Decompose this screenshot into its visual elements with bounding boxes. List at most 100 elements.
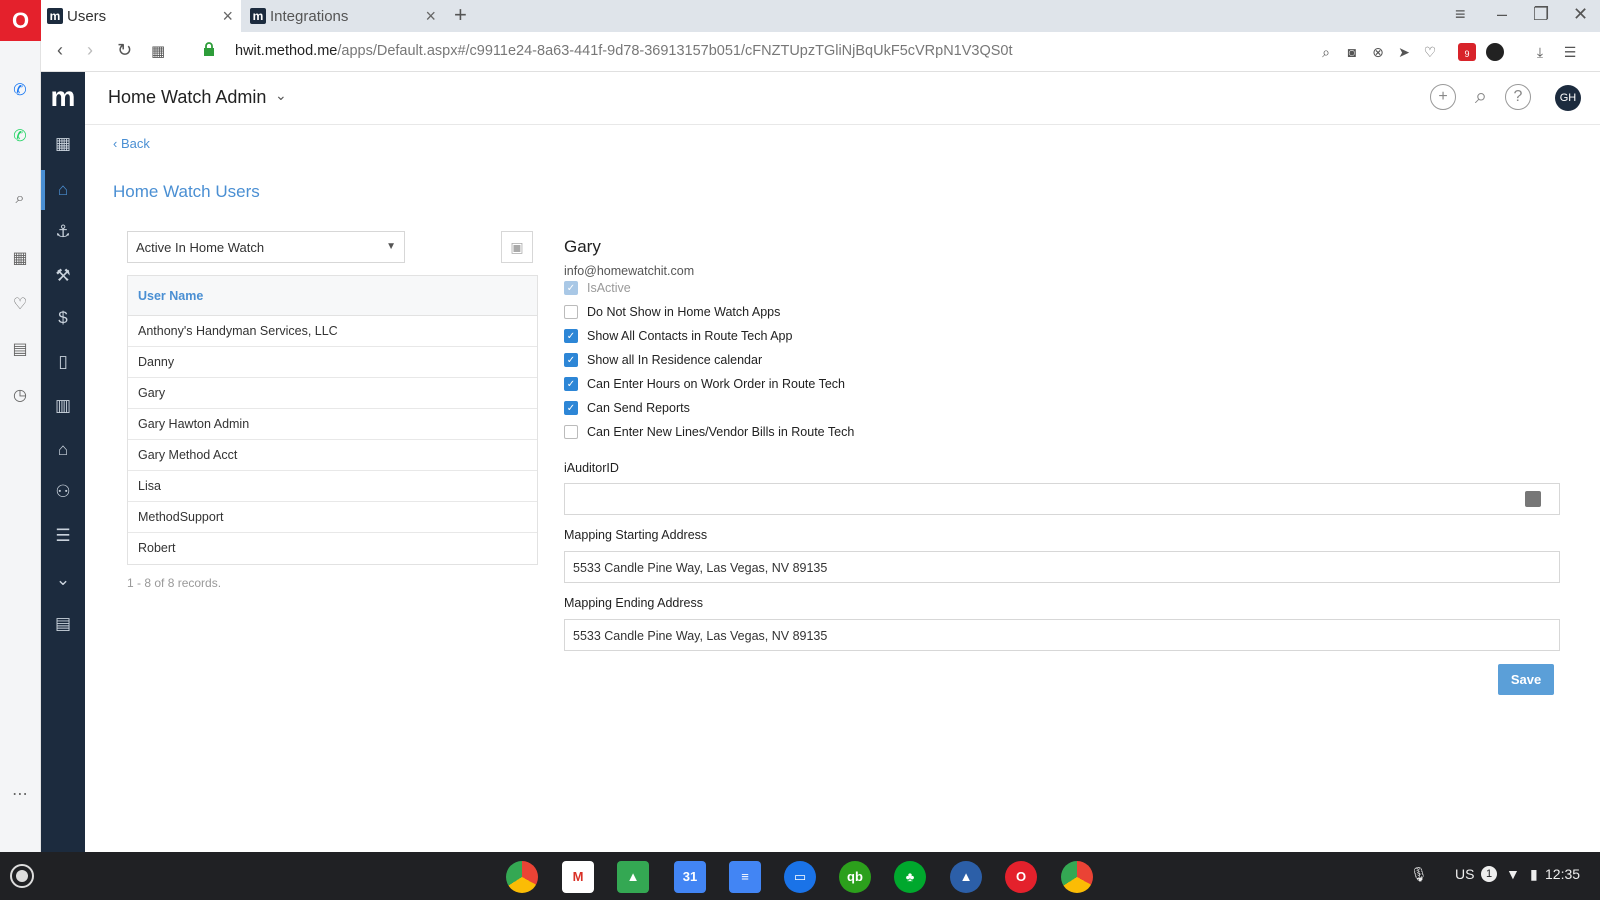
option-checkbox-row[interactable]: Can Enter New Lines/Vendor Bills in Rout…: [564, 423, 854, 441]
quickbooks-icon[interactable]: qb: [839, 861, 871, 893]
bookmarks-heart-icon[interactable]: ♡: [10, 295, 30, 315]
active-indicator: [41, 170, 45, 210]
opera-logo-icon[interactable]: O: [0, 0, 41, 41]
wifi-icon[interactable]: ▼: [1506, 866, 1520, 882]
send-icon[interactable]: ➤: [1395, 43, 1413, 61]
tab-menu-icon[interactable]: ≡: [1455, 4, 1466, 25]
gmail-icon[interactable]: M: [562, 861, 594, 893]
camera-icon[interactable]: ◙: [1343, 43, 1361, 61]
store-icon[interactable]: ▤: [51, 612, 75, 636]
filter-select[interactable]: Active In Home Watch ▼: [127, 231, 405, 263]
add-icon[interactable]: +: [1430, 84, 1456, 110]
search-icon[interactable]: ⌕: [10, 189, 30, 209]
tab-integrations[interactable]: m Integrations ×: [244, 0, 444, 32]
app-title[interactable]: Home Watch Admin: [108, 87, 266, 108]
url-field[interactable]: hwit.method.me/apps/Default.aspx#/c9911e…: [235, 43, 1013, 59]
search-icon[interactable]: ⌕: [1468, 84, 1494, 110]
close-window-icon[interactable]: ✕: [1573, 4, 1588, 25]
restore-icon[interactable]: ❐: [1533, 4, 1549, 25]
table-row[interactable]: Gary Method Acct: [128, 440, 537, 471]
option-checkbox-row[interactable]: ✓ Can Send Reports: [564, 399, 690, 417]
calendar-icon[interactable]: 31: [674, 861, 706, 893]
launcher-icon[interactable]: [10, 864, 34, 888]
iauditor-input[interactable]: [564, 483, 1560, 515]
building-icon[interactable]: ▥: [51, 394, 75, 418]
tools-icon[interactable]: ⚒: [51, 264, 75, 288]
checkbox[interactable]: ✓: [564, 353, 578, 367]
tab-users[interactable]: m Users ×: [41, 0, 241, 32]
table-row[interactable]: MethodSupport: [128, 502, 537, 533]
checkbox[interactable]: ✓: [564, 401, 578, 415]
factory-icon[interactable]: ⌂: [51, 438, 75, 462]
start-address-input[interactable]: 5533 Candle Pine Way, Las Vegas, NV 8913…: [564, 551, 1560, 583]
checkbox-label: Can Enter Hours on Work Order in Route T…: [587, 377, 845, 391]
close-tab-icon[interactable]: ×: [222, 6, 233, 27]
dollar-icon[interactable]: $: [51, 306, 75, 330]
notification-badge[interactable]: 1: [1481, 866, 1497, 882]
table-row[interactable]: Lisa: [128, 471, 537, 502]
table-row[interactable]: Robert: [128, 533, 537, 564]
drive-icon[interactable]: ▲: [617, 861, 649, 893]
reload-icon[interactable]: ↻: [117, 40, 132, 61]
export-button[interactable]: ▣: [501, 231, 533, 263]
chrome-icon[interactable]: [506, 861, 538, 893]
whatsapp-icon[interactable]: ✆: [10, 127, 30, 147]
extension-badge-icon[interactable]: 9: [1458, 43, 1476, 61]
option-checkbox-row[interactable]: Do Not Show in Home Watch Apps: [564, 303, 780, 321]
checkbox[interactable]: [564, 425, 578, 439]
files-icon[interactable]: ▭: [784, 861, 816, 893]
search-icon[interactable]: ⌕: [1317, 43, 1335, 61]
news-icon[interactable]: ▤: [10, 340, 30, 360]
vpn-icon[interactable]: [1486, 43, 1504, 61]
dashboard-icon[interactable]: ▦: [51, 132, 75, 156]
chevron-down-icon[interactable]: ⌄: [275, 87, 287, 104]
opera-icon[interactable]: O: [1005, 861, 1037, 893]
option-checkbox-row[interactable]: ✓ Show all In Residence calendar: [564, 351, 762, 369]
column-header-user-name[interactable]: User Name: [128, 276, 537, 316]
end-address-input[interactable]: 5533 Candle Pine Way, Las Vegas, NV 8913…: [564, 619, 1560, 651]
speed-dial-icon[interactable]: ▦: [151, 42, 165, 60]
back-link[interactable]: ‹ Back: [113, 136, 150, 151]
vpn-app-icon[interactable]: ▲: [950, 861, 982, 893]
list-icon[interactable]: ☰: [51, 524, 75, 548]
settings-sliders-icon[interactable]: ☰: [1561, 43, 1579, 61]
option-checkbox-row[interactable]: ✓ Show All Contacts in Route Tech App: [564, 327, 792, 345]
table-row[interactable]: Anthony's Handyman Services, LLC: [128, 316, 537, 347]
method-logo[interactable]: m: [41, 80, 85, 114]
heart-icon[interactable]: ♡: [1421, 43, 1439, 61]
keyboard-icon[interactable]: [1525, 491, 1541, 507]
chrome-icon[interactable]: [1061, 861, 1093, 893]
locale-label[interactable]: US: [1455, 866, 1474, 882]
chevron-down-icon[interactable]: ⌄: [51, 568, 75, 592]
messenger-icon[interactable]: ✆: [10, 81, 30, 101]
anchor-icon[interactable]: ⚓: [51, 220, 75, 244]
table-row[interactable]: Gary Hawton Admin: [128, 409, 537, 440]
checkbox[interactable]: ✓: [564, 377, 578, 391]
battery-icon[interactable]: ▮: [1530, 866, 1538, 883]
contacts-icon[interactable]: ⚇: [51, 480, 75, 504]
forward-arrow-icon[interactable]: ›: [87, 40, 93, 61]
clock[interactable]: 12:35: [1545, 866, 1580, 882]
back-arrow-icon[interactable]: ‹: [57, 40, 63, 61]
speed-dial-icon[interactable]: ▦: [10, 249, 30, 269]
table-row[interactable]: Gary: [128, 378, 537, 409]
invoice-icon[interactable]: ▯: [51, 350, 75, 374]
history-clock-icon[interactable]: ◷: [10, 386, 30, 406]
option-checkbox-row[interactable]: ✓ Can Enter Hours on Work Order in Route …: [564, 375, 845, 393]
checkbox[interactable]: [564, 305, 578, 319]
microphone-icon[interactable]: 🎙: [1410, 866, 1428, 883]
help-icon[interactable]: ?: [1505, 84, 1531, 110]
minimize-icon[interactable]: –: [1497, 4, 1507, 25]
avatar[interactable]: GH: [1555, 85, 1581, 111]
docs-icon[interactable]: ≡: [729, 861, 761, 893]
checkbox[interactable]: ✓: [564, 329, 578, 343]
adblock-icon[interactable]: ⊗: [1369, 43, 1387, 61]
close-tab-icon[interactable]: ×: [425, 6, 436, 27]
home-watch-icon[interactable]: ⌂: [51, 178, 75, 202]
table-row[interactable]: Danny: [128, 347, 537, 378]
save-button[interactable]: Save: [1498, 664, 1554, 695]
new-tab-icon[interactable]: +: [454, 2, 467, 28]
evernote-icon[interactable]: ♣: [894, 861, 926, 893]
more-dots-icon[interactable]: ⋯: [10, 785, 30, 805]
download-icon[interactable]: ⤓: [1531, 43, 1549, 61]
